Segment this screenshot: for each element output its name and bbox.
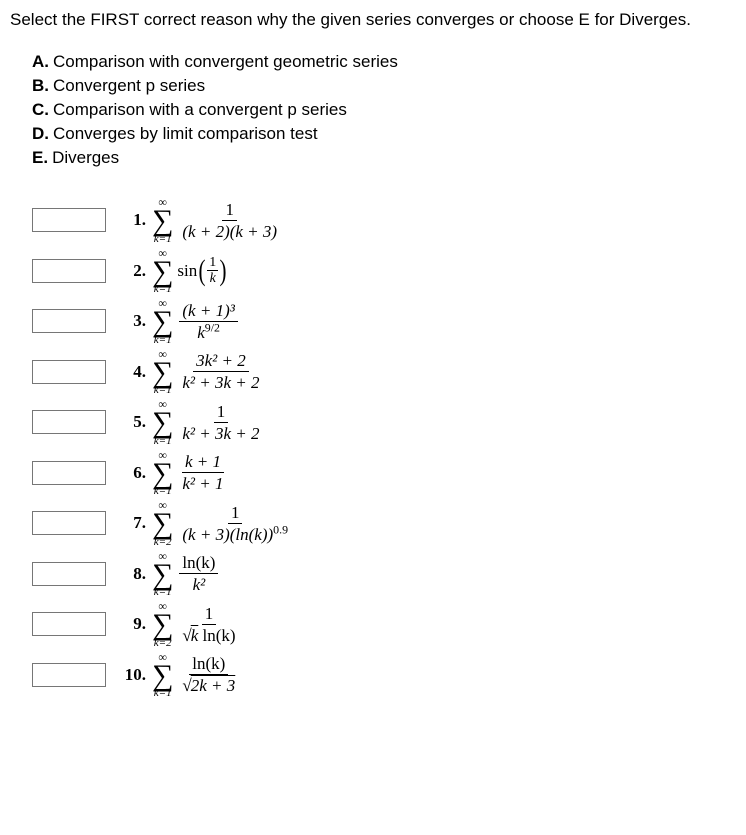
fraction: 1 (k + 3)(ln(k))0.9 xyxy=(179,502,291,546)
answer-input-9[interactable] xyxy=(32,612,106,636)
sigma-icon: ∞ ∑ k=1 xyxy=(152,348,173,397)
option-letter: B. xyxy=(32,76,49,95)
problem-number: 8. xyxy=(124,564,146,584)
answer-input-8[interactable] xyxy=(32,562,106,586)
left-paren-icon: ( xyxy=(199,259,206,283)
problem-8: 8. ∞ ∑ k=1 ln(k) k² xyxy=(32,550,736,599)
sigma-icon: ∞ ∑ k=1 xyxy=(152,449,173,498)
series-expression: ∞ ∑ k=1 sin ( 1 k ) xyxy=(152,247,228,296)
fraction: ln(k) k² xyxy=(179,552,218,596)
option-letter: A. xyxy=(32,52,49,71)
series-expression: ∞ ∑ k=1 ln(k) k² xyxy=(152,550,220,599)
option-letter: D. xyxy=(32,124,49,143)
option-e: E.Diverges xyxy=(32,148,736,168)
option-a: A.Comparison with convergent geometric s… xyxy=(32,52,736,72)
problem-number: 6. xyxy=(124,463,146,483)
fraction: 1 k² + 3k + 2 xyxy=(179,401,262,445)
problem-number: 4. xyxy=(124,362,146,382)
series-expression: ∞ ∑ k=1 1 k² + 3k + 2 xyxy=(152,398,265,447)
problem-3: 3. ∞ ∑ k=1 (k + 1)³ k9/2 xyxy=(32,297,736,346)
problem-number: 2. xyxy=(124,261,146,281)
option-d: D.Converges by limit comparison test xyxy=(32,124,736,144)
answer-input-10[interactable] xyxy=(32,663,106,687)
option-c: C.Comparison with a convergent p series xyxy=(32,100,736,120)
sigma-icon: ∞ ∑ k=1 xyxy=(152,550,173,599)
option-text: Convergent p series xyxy=(53,76,205,95)
series-expression: ∞ ∑ k=1 (k + 1)³ k9/2 xyxy=(152,297,240,346)
answer-input-3[interactable] xyxy=(32,309,106,333)
fraction: ln(k) √2k + 3 xyxy=(179,653,238,697)
fraction: (k + 1)³ k9/2 xyxy=(179,300,237,344)
problem-7: 7. ∞ ∑ k=2 1 (k + 3)(ln(k))0.9 xyxy=(32,499,736,548)
problem-5: 5. ∞ ∑ k=1 1 k² + 3k + 2 xyxy=(32,398,736,447)
right-paren-icon: ) xyxy=(220,259,227,283)
option-text: Diverges xyxy=(52,148,119,167)
fraction: 1 k xyxy=(207,255,218,287)
option-text: Comparison with a convergent p series xyxy=(53,100,347,119)
option-text: Comparison with convergent geometric ser… xyxy=(53,52,398,71)
answer-input-4[interactable] xyxy=(32,360,106,384)
problem-number: 3. xyxy=(124,311,146,331)
problem-2: 2. ∞ ∑ k=1 sin ( 1 k ) xyxy=(32,247,736,296)
problem-4: 4. ∞ ∑ k=1 3k² + 2 k² + 3k + 2 xyxy=(32,348,736,397)
problem-list: 1. ∞ ∑ k=1 1 (k + 2)(k + 3) 2. ∞ ∑ k=1 s… xyxy=(32,196,736,699)
problem-number: 5. xyxy=(124,412,146,432)
problem-number: 10. xyxy=(124,665,146,685)
problem-9: 9. ∞ ∑ k=2 1 √k ln(k) xyxy=(32,600,736,649)
sigma-icon: ∞ ∑ k=2 xyxy=(152,499,173,548)
series-expression: ∞ ∑ k=1 k + 1 k² + 1 xyxy=(152,449,229,498)
option-letter: E. xyxy=(32,148,48,167)
series-expression: ∞ ∑ k=1 3k² + 2 k² + 3k + 2 xyxy=(152,348,265,397)
sigma-icon: ∞ ∑ k=1 xyxy=(152,398,173,447)
problem-10: 10. ∞ ∑ k=1 ln(k) √2k + 3 xyxy=(32,651,736,700)
series-expression: ∞ ∑ k=1 ln(k) √2k + 3 xyxy=(152,651,240,700)
fraction: 3k² + 2 k² + 3k + 2 xyxy=(179,350,262,394)
problem-number: 7. xyxy=(124,513,146,533)
question-prompt: Select the FIRST correct reason why the … xyxy=(10,10,736,30)
fraction: 1 √k ln(k) xyxy=(179,603,238,647)
sigma-icon: ∞ ∑ k=2 xyxy=(152,600,173,649)
sigma-icon: ∞ ∑ k=1 xyxy=(152,247,173,296)
fraction: 1 (k + 2)(k + 3) xyxy=(179,199,280,243)
problem-number: 1. xyxy=(124,210,146,230)
problem-number: 9. xyxy=(124,614,146,634)
answer-input-7[interactable] xyxy=(32,511,106,535)
sigma-icon: ∞ ∑ k=1 xyxy=(152,297,173,346)
series-expression: ∞ ∑ k=2 1 (k + 3)(ln(k))0.9 xyxy=(152,499,293,548)
fraction: k + 1 k² + 1 xyxy=(179,451,226,495)
problem-1: 1. ∞ ∑ k=1 1 (k + 2)(k + 3) xyxy=(32,196,736,245)
problem-6: 6. ∞ ∑ k=1 k + 1 k² + 1 xyxy=(32,449,736,498)
option-letter: C. xyxy=(32,100,49,119)
option-b: B.Convergent p series xyxy=(32,76,736,96)
sigma-icon: ∞ ∑ k=1 xyxy=(152,196,173,245)
answer-input-6[interactable] xyxy=(32,461,106,485)
sigma-icon: ∞ ∑ k=1 xyxy=(152,651,173,700)
answer-input-1[interactable] xyxy=(32,208,106,232)
answer-input-5[interactable] xyxy=(32,410,106,434)
option-text: Converges by limit comparison test xyxy=(53,124,318,143)
series-expression: ∞ ∑ k=1 1 (k + 2)(k + 3) xyxy=(152,196,282,245)
answer-input-2[interactable] xyxy=(32,259,106,283)
series-expression: ∞ ∑ k=2 1 √k ln(k) xyxy=(152,600,241,649)
answer-options: A.Comparison with convergent geometric s… xyxy=(32,52,736,168)
